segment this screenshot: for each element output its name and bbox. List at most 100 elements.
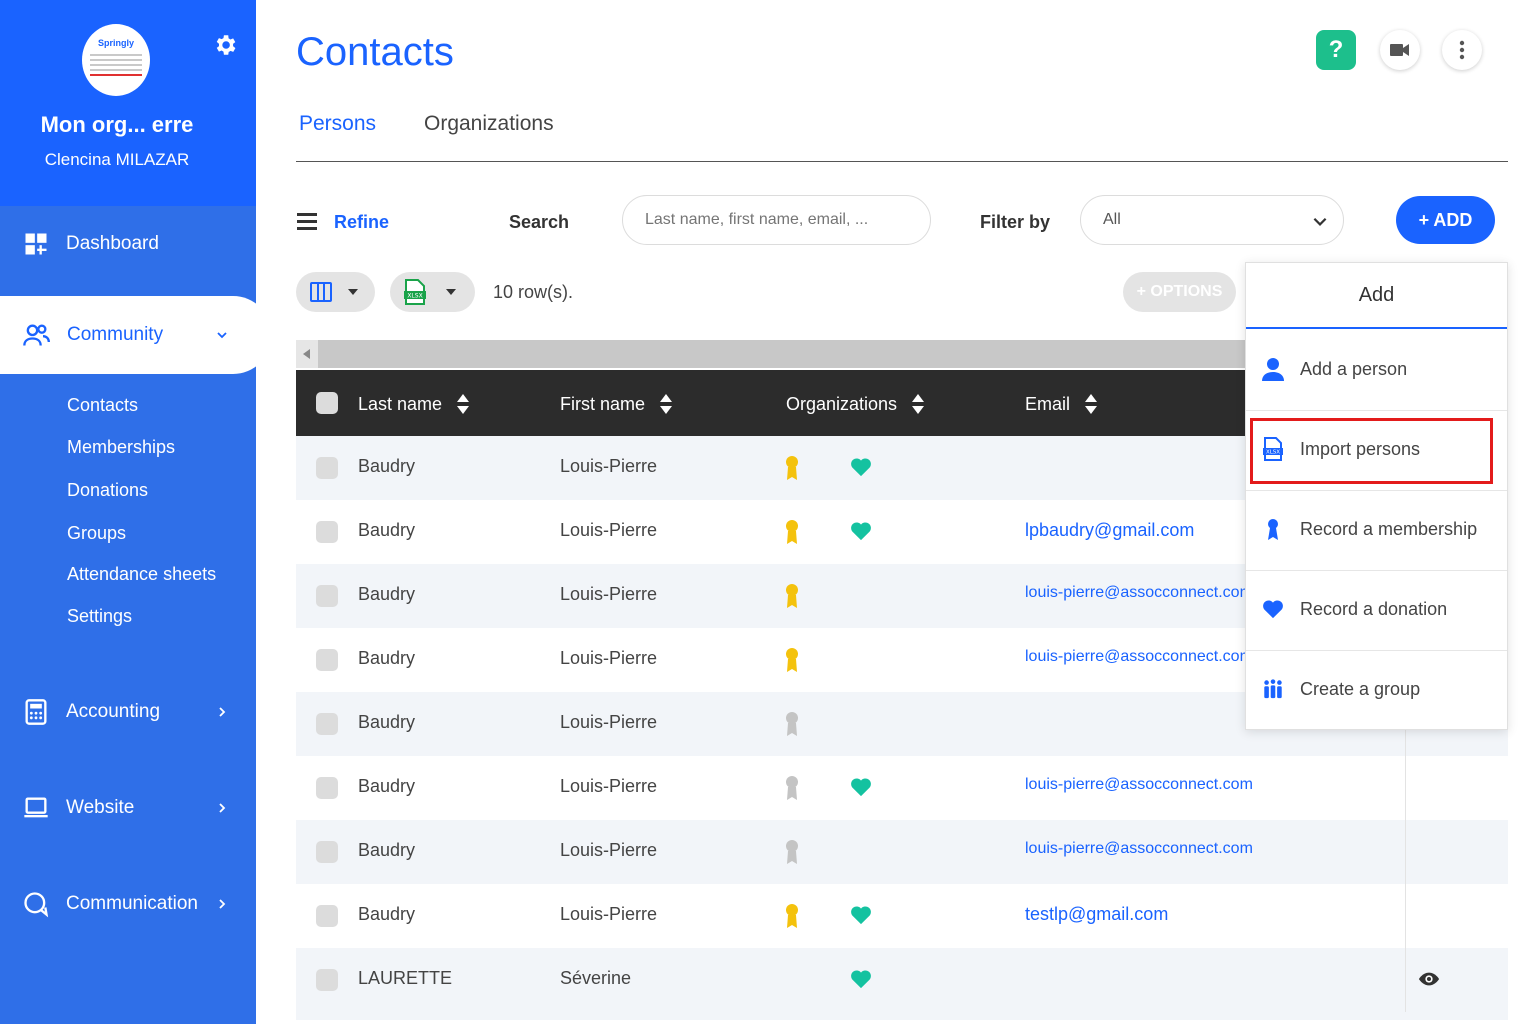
cell-first-name: Séverine xyxy=(560,968,632,988)
cell-email[interactable]: louis-pierre@assocconnect.com xyxy=(1025,648,1253,666)
menu-icon[interactable] xyxy=(297,213,317,231)
add-person-item[interactable]: Add a person xyxy=(1246,331,1507,411)
column-divider xyxy=(1405,884,1406,948)
sort-icon xyxy=(457,394,470,414)
cell-email[interactable]: louis-pierre@assocconnect.com xyxy=(1025,584,1253,602)
cell-email[interactable]: testlp@gmail.com xyxy=(1025,904,1168,925)
cell-last-name: Baudry xyxy=(358,520,416,540)
more-vertical-icon xyxy=(1459,40,1465,60)
person-icon xyxy=(1262,358,1284,381)
group-icon xyxy=(1264,679,1282,699)
table-row[interactable]: Baudry Louis-Pierre testlp@gmail.com xyxy=(296,884,1508,948)
cell-email[interactable]: louis-pierre@assocconnect.com xyxy=(1025,776,1253,794)
row-checkbox[interactable] xyxy=(316,777,338,799)
column-header-label: Email xyxy=(1025,393,1071,414)
membership-badge-icon xyxy=(786,648,798,672)
table-header: Last name First name Organizations Email xyxy=(296,370,1246,436)
caret-left-icon xyxy=(303,349,310,359)
column-header-organizations[interactable]: Organizations xyxy=(786,392,925,416)
gear-icon[interactable] xyxy=(212,32,238,58)
cell-first-name: Louis-Pierre xyxy=(560,904,658,924)
sub-item-groups[interactable]: Groups xyxy=(67,523,126,544)
cell-first-name: Louis-Pierre xyxy=(560,712,658,732)
sub-item-settings[interactable]: Settings xyxy=(67,606,132,627)
add-menu-item-label: Record a membership xyxy=(1300,519,1478,539)
sub-item-donations[interactable]: Donations xyxy=(67,480,148,501)
cell-last-name: LAURETTE xyxy=(358,968,453,988)
row-checkbox[interactable] xyxy=(316,649,338,671)
cell-first-name: Louis-Pierre xyxy=(560,776,658,796)
column-divider xyxy=(1405,756,1406,820)
membership-badge-icon xyxy=(786,456,798,480)
membership-badge-icon xyxy=(786,840,798,864)
help-button[interactable]: ? xyxy=(1316,30,1356,70)
scroll-left-button[interactable] xyxy=(296,340,318,368)
filter-select[interactable]: All xyxy=(1080,195,1344,245)
organization-logo[interactable]: Springly xyxy=(82,24,150,96)
caret-down-icon xyxy=(348,289,358,295)
row-checkbox[interactable] xyxy=(316,457,338,479)
nav-dashboard[interactable]: Dashboard xyxy=(0,216,256,272)
search-input[interactable] xyxy=(622,195,931,245)
add-menu-item-label: Record a donation xyxy=(1300,599,1448,619)
svg-text:XLSX: XLSX xyxy=(1266,450,1280,456)
record-membership-item[interactable]: Record a membership xyxy=(1246,491,1507,571)
columns-button[interactable] xyxy=(296,272,375,312)
chevron-down-icon xyxy=(1313,217,1327,226)
row-checkbox[interactable] xyxy=(316,585,338,607)
add-button[interactable]: + ADD xyxy=(1396,196,1495,244)
more-options-button[interactable] xyxy=(1442,30,1482,70)
sub-item-contacts[interactable]: Contacts xyxy=(67,395,138,416)
sub-item-attendance-sheets[interactable]: Attendance sheets xyxy=(67,564,216,585)
rows-count: 10 row(s). xyxy=(493,282,574,302)
import-persons-item[interactable]: XLSX Import persons xyxy=(1246,411,1507,491)
export-button[interactable]: XLSX xyxy=(390,272,475,312)
row-checkbox[interactable] xyxy=(316,841,338,863)
refine-button[interactable]: Refine xyxy=(334,212,389,233)
column-header-first-name[interactable]: First name xyxy=(560,392,673,416)
nav-accounting[interactable]: Accounting xyxy=(0,684,256,740)
nav-communication[interactable]: Communication xyxy=(0,876,256,932)
cell-last-name: Baudry xyxy=(358,584,416,604)
row-checkbox[interactable] xyxy=(316,905,338,927)
tabs-divider xyxy=(296,161,1508,162)
tab-persons[interactable]: Persons xyxy=(299,112,376,136)
add-menu-title: Add xyxy=(1246,263,1507,329)
options-button[interactable]: + OPTIONS xyxy=(1123,272,1236,312)
cell-last-name: Baudry xyxy=(358,712,416,732)
column-header-email[interactable]: Email xyxy=(1025,392,1098,416)
chevron-right-icon xyxy=(219,803,226,813)
cell-email[interactable]: lpbaudry@gmail.com xyxy=(1025,520,1194,541)
dashboard-icon xyxy=(25,233,47,255)
table-row[interactable]: Baudry Louis-Pierre louis-pierre@assocconn… xyxy=(296,756,1508,820)
row-checkbox[interactable] xyxy=(316,521,338,543)
select-all-checkbox[interactable] xyxy=(316,392,338,414)
horizontal-scrollbar[interactable] xyxy=(296,340,1246,368)
row-checkbox[interactable] xyxy=(316,969,338,991)
column-header-last-name[interactable]: Last name xyxy=(358,392,470,416)
table-row[interactable]: LAURETTE Séverine xyxy=(296,948,1508,1020)
cell-first-name: Louis-Pierre xyxy=(560,584,658,604)
community-icon xyxy=(23,324,50,346)
eye-icon[interactable] xyxy=(1418,968,1440,990)
create-group-item[interactable]: Create a group xyxy=(1246,651,1507,731)
nav-community-label: Community xyxy=(67,324,164,345)
sub-item-memberships[interactable]: Memberships xyxy=(67,437,175,458)
organization-name: Mon org... erre xyxy=(40,112,194,137)
nav-website[interactable]: Website xyxy=(0,780,256,836)
cell-first-name: Louis-Pierre xyxy=(560,456,658,476)
membership-badge-icon xyxy=(1268,519,1278,540)
tab-organizations[interactable]: Organizations xyxy=(424,112,554,136)
heart-icon xyxy=(851,970,871,989)
sidebar: Springly Mon org... erre Clencina MILAZA… xyxy=(0,0,272,1024)
membership-badge-icon xyxy=(786,776,798,800)
record-donation-item[interactable]: Record a donation xyxy=(1246,571,1507,651)
video-button[interactable] xyxy=(1380,30,1420,70)
row-checkbox[interactable] xyxy=(316,713,338,735)
cell-email[interactable]: louis-pierre@assocconnect.com xyxy=(1025,840,1253,858)
sort-icon xyxy=(1085,394,1098,414)
nav-community[interactable]: Community xyxy=(0,296,272,374)
table-row[interactable]: Baudry Louis-Pierre louis-pierre@assocconn… xyxy=(296,820,1508,884)
chevron-down-icon xyxy=(217,332,227,339)
filter-select-value: All xyxy=(1103,211,1121,228)
